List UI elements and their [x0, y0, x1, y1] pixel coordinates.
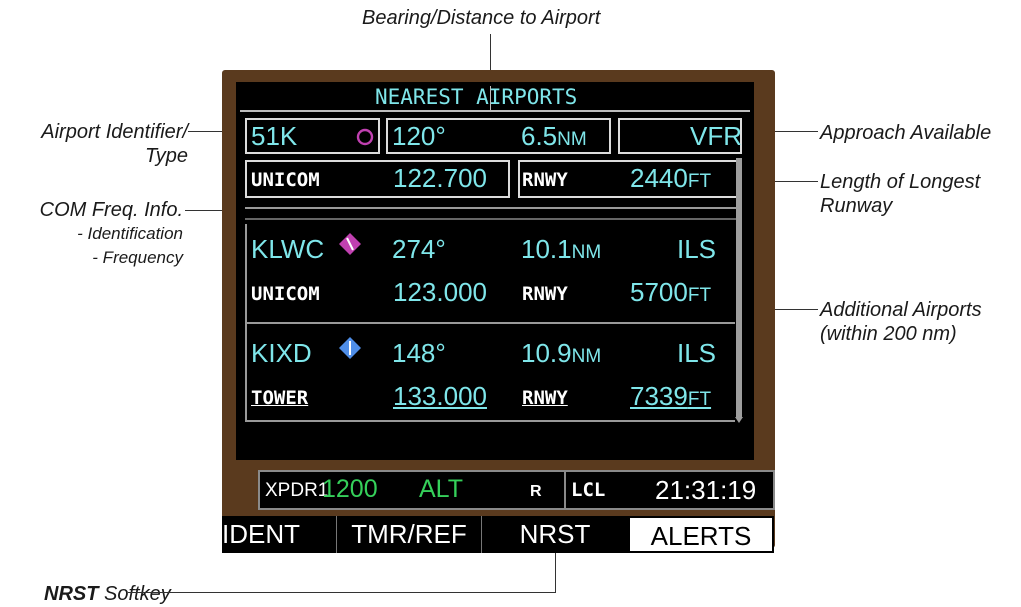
callout-longest-runway-line1: Length of Longest	[820, 171, 981, 193]
airport-1-rnwy-label: RNWY	[522, 169, 568, 191]
xpdr-mode: ALT	[419, 475, 463, 503]
airport-3-bearing: 148°	[392, 338, 446, 368]
callout-com-freq-line3: - Frequency	[92, 248, 183, 267]
softkey-alerts[interactable]: ALERTS	[628, 516, 774, 553]
callout-longest-runway-line2: Runway	[820, 195, 893, 217]
callout-airport-identifier: Airport Identifier/ Type	[0, 120, 188, 168]
airport-2-freq-label: UNICOM	[251, 283, 320, 305]
xpdr-reply: R	[530, 483, 542, 500]
list-scrollbar[interactable]	[736, 158, 742, 418]
airport-3-runway-unit: FT	[687, 389, 712, 410]
airport-2-runway-value: 5700	[630, 277, 688, 307]
airport-3-approach: ILS	[677, 338, 717, 368]
divider-3	[245, 322, 735, 324]
title-divider-tick	[490, 86, 491, 110]
airport-1-runway-unit: FT	[687, 171, 712, 192]
airport-1-freq: 122.700	[393, 163, 487, 193]
airport-1-ident: 51K	[251, 121, 298, 151]
airport-1-bearing: 120°	[392, 121, 446, 151]
callout-additional-airports-line2: (within 200 nm)	[820, 323, 957, 345]
leader-nrst-horizontal	[128, 592, 556, 593]
callout-com-freq-line2: - Identification	[77, 224, 183, 243]
airport-3-runway-length: 7339FT	[630, 383, 711, 409]
airport-3-ident: KIXD	[251, 338, 312, 368]
airport-1-distance-unit: NM	[557, 129, 587, 150]
airport-2-ident: KLWC	[251, 234, 325, 264]
airport-3-runway-value: 7339	[630, 381, 688, 411]
xpdr-squawk: 1200	[322, 475, 378, 503]
leader-nrst-vertical	[555, 552, 556, 593]
airport-soft-surface-icon	[339, 233, 361, 255]
airport-2-runway-unit: FT	[687, 285, 712, 306]
airport-3-distance: 10.9NM	[521, 340, 601, 366]
callout-com-freq-line1: COM Freq. Info.	[39, 199, 183, 221]
airport-1-distance-value: 6.5	[521, 121, 558, 151]
airport-2-distance-value: 10.1	[521, 234, 572, 264]
leader-com-horizontal	[185, 210, 223, 211]
softkey-nrst[interactable]: NRST	[482, 516, 628, 553]
softkey-tmr-ref[interactable]: TMR/REF	[337, 516, 482, 553]
callout-bearing-distance: Bearing/Distance to Airport	[362, 7, 601, 29]
callout-approach-available: Approach Available	[820, 122, 992, 144]
xpdr-label: XPDR1	[265, 480, 329, 501]
divider-1	[245, 207, 740, 209]
airport-3-freq-label: TOWER	[251, 387, 309, 409]
airport-1-distance: 6.5NM	[521, 123, 587, 149]
airport-2-rnwy-label: RNWY	[522, 283, 568, 305]
softkey-ident[interactable]: IDENT	[222, 516, 337, 553]
status-divider	[564, 472, 566, 508]
airport-3-distance-value: 10.9	[521, 338, 572, 368]
airport-towered-icon	[339, 337, 361, 359]
scroll-down-arrow-icon[interactable]	[735, 417, 743, 423]
callout-additional-airports: Additional Airports (within 200 nm)	[820, 298, 982, 346]
airport-2-freq: 123.000	[393, 277, 487, 307]
callout-nrst-softkey-bold: NRST	[44, 583, 99, 605]
time-value: 21:31:19	[655, 475, 757, 505]
callout-airport-identifier-line2: Type	[145, 145, 188, 167]
airport-2-distance: 10.1NM	[521, 236, 601, 262]
airport-2-distance-unit: NM	[571, 242, 602, 263]
airport-2-runway-length: 5700FT	[630, 279, 711, 305]
airport-3-freq: 133.000	[393, 381, 487, 411]
callout-nrst-softkey-rest: Softkey	[98, 583, 171, 605]
callout-longest-runway: Length of Longest Runway	[820, 170, 980, 218]
airport-1-runway-length: 2440FT	[630, 165, 711, 191]
callout-com-freq: COM Freq. Info. - Identification - Frequ…	[0, 198, 183, 270]
airport-2-approach: ILS	[677, 234, 717, 264]
airport-3-rnwy-label: RNWY	[522, 387, 568, 409]
callout-additional-airports-line1: Additional Airports	[820, 299, 982, 321]
callout-nrst-softkey: NRST Softkey	[44, 582, 171, 606]
airport-2-bearing: 274°	[392, 234, 446, 264]
airport-1-freq-label: UNICOM	[251, 169, 320, 191]
callout-airport-identifier-line1: Airport Identifier/	[41, 121, 188, 143]
time-label: LCL	[571, 479, 606, 501]
window-title: NEAREST AIRPORTS	[375, 85, 578, 109]
divider-2	[245, 218, 740, 220]
airport-nontowered-circle-icon	[356, 128, 374, 146]
airport-1-approach: VFR	[690, 121, 742, 151]
title-divider	[240, 110, 750, 112]
airport-1-runway-value: 2440	[630, 163, 688, 193]
airport-3-distance-unit: NM	[571, 346, 602, 367]
